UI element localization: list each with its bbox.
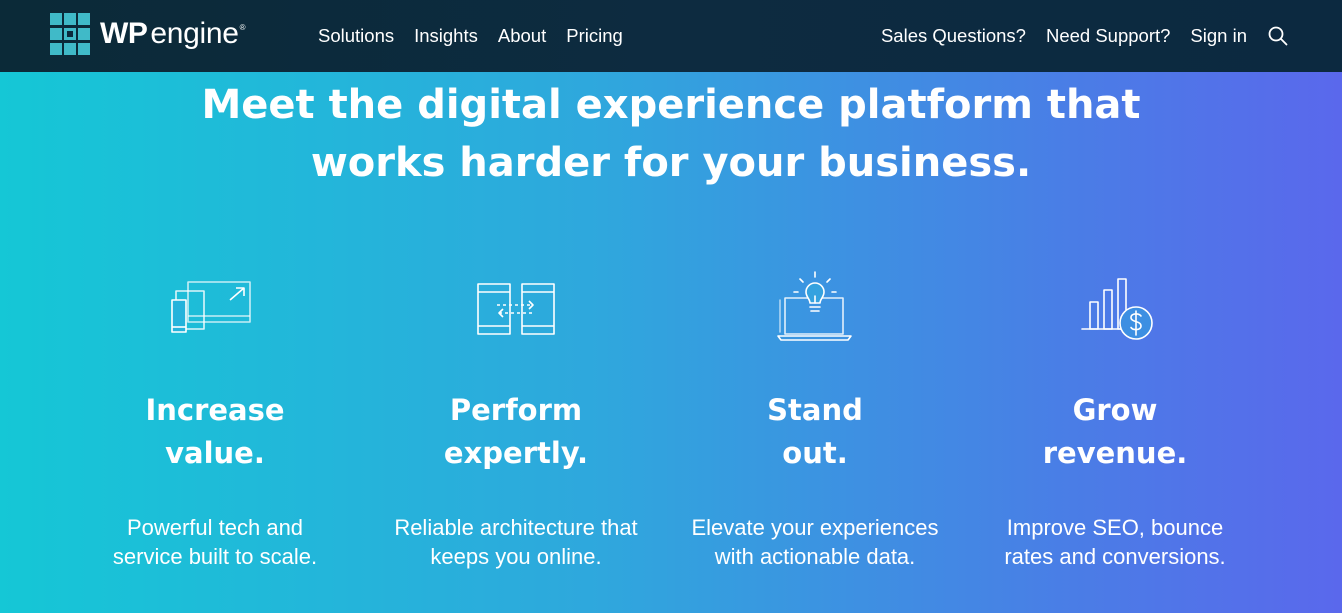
feature-title-line-2: out. (782, 436, 848, 470)
feature-title: Grow revenue. (965, 389, 1265, 475)
utility-nav: Sales Questions? Need Support? Sign in (881, 0, 1342, 72)
hero-title-line-2: works harder for your business. (310, 140, 1032, 186)
feature-description: Reliable architecture that keeps you onl… (366, 513, 666, 571)
laptop-lightbulb-icon (777, 271, 852, 341)
nav-link-sales-questions[interactable]: Sales Questions? (881, 25, 1026, 47)
feature-desc-line-1: Reliable architecture that (394, 515, 638, 540)
feature-desc-line-1: Elevate your experiences (691, 515, 939, 540)
hero-title: Meet the digital experience platform tha… (0, 76, 1342, 192)
hero-title-line-1: Meet the digital experience platform tha… (201, 82, 1141, 128)
nav-link-need-support[interactable]: Need Support? (1046, 25, 1170, 47)
feature-description: Powerful tech and service built to scale… (65, 513, 365, 571)
feature-desc-line-1: Powerful tech and (126, 515, 304, 540)
feature-title: Stand out. (665, 389, 965, 475)
registered-mark: ® (239, 23, 246, 32)
wpengine-grid-logo-icon (50, 13, 90, 55)
devices-scale-icon (171, 281, 251, 333)
feature-desc-line-1: Improve SEO, bounce (1006, 515, 1224, 540)
feature-description: Improve SEO, bounce rates and conversion… (965, 513, 1265, 571)
primary-nav: Solutions Insights About Pricing (318, 0, 643, 72)
logo-wp-text: WP (100, 17, 148, 50)
feature-title: Perform expertly. (366, 389, 666, 475)
nav-link-insights[interactable]: Insights (414, 25, 478, 47)
feature-desc-line-2: rates and conversions. (1004, 544, 1226, 569)
feature-desc-line-2: keeps you online. (430, 544, 602, 569)
feature-title-line-2: expertly. (443, 436, 589, 470)
nav-link-pricing[interactable]: Pricing (566, 25, 623, 47)
logo-engine-text: engine (150, 17, 239, 50)
transfer-arrows-icon (477, 283, 555, 335)
feature-description: Elevate your experiences with actionable… (665, 513, 965, 571)
feature-increase-value: Increase value. Powerful tech and servic… (65, 270, 365, 571)
bar-chart-dollar-icon (1081, 278, 1153, 340)
search-icon[interactable] (1267, 25, 1289, 47)
feature-desc-line-2: service built to scale. (112, 544, 318, 569)
wpengine-wordmark: WP engine ® (100, 17, 246, 51)
wpengine-logo[interactable]: WP engine ® (50, 13, 246, 55)
feature-stand-out: Stand out. Elevate your experiences with… (665, 270, 965, 571)
feature-grow-revenue: Grow revenue. Improve SEO, bounce rates … (965, 270, 1265, 571)
feature-title-line-1: Perform (449, 393, 583, 427)
feature-title-line-1: Stand (767, 393, 863, 427)
nav-link-solutions[interactable]: Solutions (318, 25, 394, 47)
feature-title: Increase value. (65, 389, 365, 475)
nav-link-about[interactable]: About (498, 25, 546, 47)
feature-desc-line-2: with actionable data. (714, 544, 916, 569)
nav-link-sign-in[interactable]: Sign in (1190, 25, 1247, 47)
top-navigation: WP engine ® Solutions Insights About Pri… (0, 0, 1342, 72)
feature-perform-expertly: Perform expertly. Reliable architecture … (366, 270, 666, 571)
feature-title-line-1: Increase (145, 393, 285, 427)
feature-title-line-1: Grow (1072, 393, 1158, 427)
feature-title-line-2: revenue. (1042, 436, 1188, 470)
feature-title-line-2: value. (165, 436, 265, 470)
